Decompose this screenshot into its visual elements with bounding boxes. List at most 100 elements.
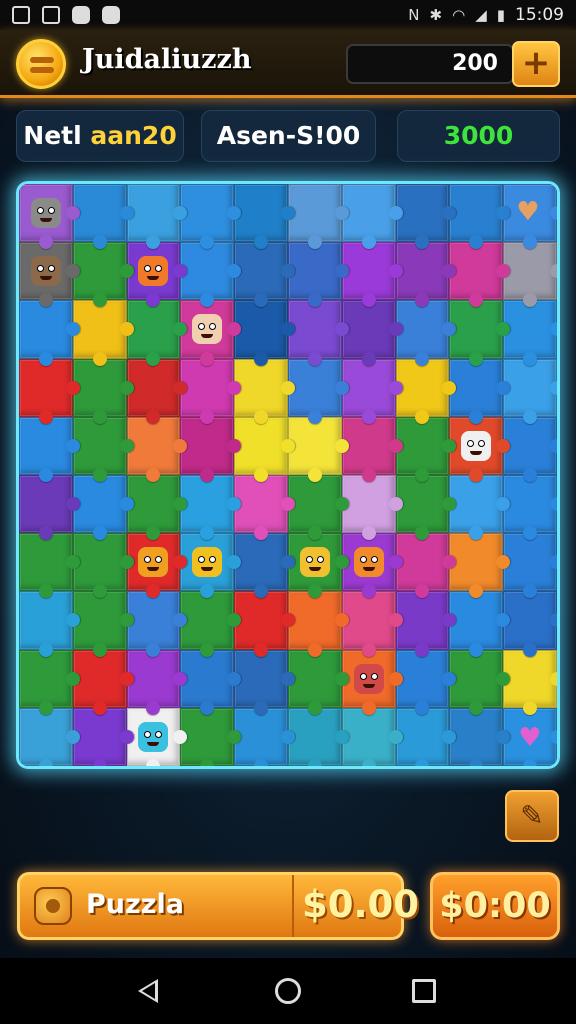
puzzle-piece[interactable]: [395, 184, 457, 250]
puzzle-piece[interactable]: [341, 591, 403, 657]
puzzle-piece[interactable]: [180, 184, 241, 250]
puzzle-piece[interactable]: [449, 707, 510, 766]
puzzle-piece[interactable]: [234, 707, 295, 766]
puzzle-piece[interactable]: [126, 416, 188, 483]
puzzle-piece[interactable]: [126, 533, 188, 599]
puzzle-piece[interactable]: [180, 591, 241, 657]
puzzle-piece[interactable]: [72, 416, 134, 483]
puzzle-piece[interactable]: [72, 358, 134, 425]
puzzle-piece[interactable]: [180, 475, 241, 541]
puzzle-piece[interactable]: [72, 707, 134, 766]
puzzle-piece[interactable]: [180, 649, 241, 716]
puzzle-piece[interactable]: [503, 649, 557, 716]
puzzle-piece[interactable]: [503, 242, 557, 308]
puzzle-piece[interactable]: [395, 242, 457, 308]
puzzle-piece[interactable]: [287, 475, 349, 541]
puzzle-piece[interactable]: [19, 184, 80, 250]
puzzle-button[interactable]: Puzzla $0.00: [17, 872, 419, 940]
puzzle-piece[interactable]: [449, 358, 510, 425]
puzzle-piece[interactable]: [180, 707, 241, 766]
puzzle-piece[interactable]: [449, 591, 510, 657]
buy-button[interactable]: $0:00: [430, 872, 560, 940]
puzzle-piece[interactable]: [19, 649, 80, 716]
puzzle-piece[interactable]: [19, 475, 80, 541]
recent-apps-icon[interactable]: [412, 979, 436, 1003]
puzzle-piece[interactable]: [126, 649, 188, 716]
puzzle-piece[interactable]: [19, 707, 80, 766]
puzzle-piece[interactable]: [234, 300, 295, 366]
puzzle-piece[interactable]: [395, 475, 457, 541]
puzzle-piece[interactable]: [180, 358, 241, 425]
puzzle-piece[interactable]: [287, 591, 349, 657]
puzzle-piece[interactable]: [287, 184, 349, 250]
puzzle-piece[interactable]: [180, 242, 241, 308]
puzzle-piece[interactable]: [341, 649, 403, 716]
puzzle-piece[interactable]: [287, 300, 349, 366]
puzzle-piece[interactable]: [449, 475, 510, 541]
puzzle-piece[interactable]: [72, 242, 134, 308]
puzzle-piece[interactable]: [503, 300, 557, 366]
puzzle-piece[interactable]: [287, 358, 349, 425]
puzzle-piece[interactable]: [341, 416, 403, 483]
puzzle-piece[interactable]: [72, 300, 134, 366]
puzzle-piece[interactable]: [503, 533, 557, 599]
puzzle-piece[interactable]: [126, 184, 188, 250]
puzzle-piece[interactable]: [449, 242, 510, 308]
puzzle-piece[interactable]: [449, 300, 510, 366]
puzzle-piece[interactable]: [395, 300, 457, 366]
puzzle-piece[interactable]: [234, 416, 295, 483]
puzzle-piece[interactable]: [287, 416, 349, 483]
puzzle-piece[interactable]: [126, 242, 188, 308]
puzzle-piece[interactable]: [395, 707, 457, 766]
puzzle-piece[interactable]: [449, 649, 510, 716]
home-icon[interactable]: [275, 978, 301, 1004]
puzzle-piece[interactable]: [503, 416, 557, 483]
puzzle-piece[interactable]: [72, 649, 134, 716]
puzzle-piece[interactable]: [19, 358, 80, 425]
puzzle-piece[interactable]: [449, 416, 510, 483]
puzzle-piece[interactable]: [126, 358, 188, 425]
puzzle-piece[interactable]: [449, 184, 510, 250]
puzzle-piece[interactable]: [19, 416, 80, 483]
puzzle-piece[interactable]: [180, 300, 241, 366]
puzzle-piece[interactable]: [234, 591, 295, 657]
edit-button[interactable]: ✎: [505, 790, 559, 842]
puzzle-piece[interactable]: [341, 242, 403, 308]
puzzle-piece[interactable]: [72, 184, 134, 250]
back-icon[interactable]: [138, 979, 158, 1003]
puzzle-piece[interactable]: [126, 475, 188, 541]
puzzle-piece[interactable]: [395, 591, 457, 657]
puzzle-piece[interactable]: [234, 242, 295, 308]
puzzle-piece[interactable]: [234, 649, 295, 716]
puzzle-piece[interactable]: [395, 649, 457, 716]
puzzle-piece[interactable]: [503, 358, 557, 425]
puzzle-piece[interactable]: [503, 591, 557, 657]
puzzle-piece[interactable]: [287, 533, 349, 599]
puzzle-piece[interactable]: [287, 242, 349, 308]
puzzle-piece[interactable]: [341, 533, 403, 599]
puzzle-piece[interactable]: [287, 649, 349, 716]
puzzle-piece[interactable]: [287, 707, 349, 766]
puzzle-piece[interactable]: [341, 475, 403, 541]
puzzle-piece[interactable]: [72, 533, 134, 599]
puzzle-piece[interactable]: [72, 475, 134, 541]
puzzle-piece[interactable]: [126, 300, 188, 366]
puzzle-piece[interactable]: [19, 591, 80, 657]
puzzle-piece[interactable]: ♥: [503, 707, 557, 766]
puzzle-piece[interactable]: [126, 707, 188, 766]
puzzle-piece[interactable]: [234, 184, 295, 250]
puzzle-piece[interactable]: [234, 358, 295, 425]
add-coins-button[interactable]: +: [512, 41, 560, 87]
puzzle-piece[interactable]: [503, 475, 557, 541]
puzzle-piece[interactable]: ♥: [503, 184, 557, 250]
puzzle-piece[interactable]: [341, 184, 403, 250]
puzzle-piece[interactable]: [395, 358, 457, 425]
puzzle-piece[interactable]: [234, 533, 295, 599]
puzzle-piece[interactable]: [126, 591, 188, 657]
puzzle-piece[interactable]: [341, 300, 403, 366]
puzzle-piece[interactable]: [234, 475, 295, 541]
puzzle-piece[interactable]: [395, 416, 457, 483]
puzzle-piece[interactable]: [19, 300, 80, 366]
puzzle-piece[interactable]: [341, 707, 403, 766]
puzzle-piece[interactable]: [19, 533, 80, 599]
